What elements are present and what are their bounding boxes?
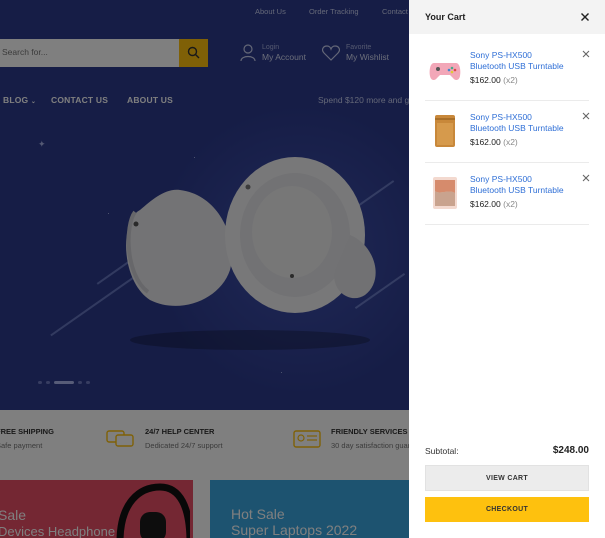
remove-item-icon[interactable]: [582, 174, 590, 182]
tablet-thumbnail-icon[interactable]: [428, 175, 462, 211]
cart-item-price: $162.00: [470, 137, 501, 147]
speaker-thumbnail-icon[interactable]: [428, 113, 462, 149]
close-icon[interactable]: [579, 11, 591, 23]
cart-item: Sony PS-HX500 Bluetooth USB Turntable $1…: [425, 163, 590, 225]
cart-item-name[interactable]: Sony PS-HX500 Bluetooth USB Turntable: [470, 112, 570, 133]
cart-item-price: $162.00: [470, 75, 501, 85]
cart-item-price: $162.00: [470, 199, 501, 209]
subtotal-value: $248.00: [552, 445, 589, 456]
cart-item-price-line: $162.00 (x2): [470, 75, 518, 85]
cart-item-name[interactable]: Sony PS-HX500 Bluetooth USB Turntable: [470, 50, 570, 71]
cart-item-price-line: $162.00 (x2): [470, 137, 518, 147]
view-cart-button[interactable]: VIEW CART: [425, 465, 589, 491]
cart-item-name[interactable]: Sony PS-HX500 Bluetooth USB Turntable: [470, 174, 570, 195]
cart-item: Sony PS-HX500 Bluetooth USB Turntable $1…: [425, 39, 590, 101]
cart-item-qty: (x2): [503, 199, 518, 209]
cart-drawer: Your Cart Sony PS-HX500 Bluetooth USB Tu…: [409, 0, 605, 538]
checkout-button[interactable]: CHECKOUT: [425, 497, 589, 522]
subtotal-label: Subtotal:: [425, 446, 459, 456]
gamepad-thumbnail-icon[interactable]: [428, 51, 462, 87]
remove-item-icon[interactable]: [582, 50, 590, 58]
cart-item-qty: (x2): [503, 137, 518, 147]
cart-item: Sony PS-HX500 Bluetooth USB Turntable $1…: [425, 101, 590, 163]
cart-item-qty: (x2): [503, 75, 518, 85]
cart-title: Your Cart: [425, 12, 466, 22]
cart-item-price-line: $162.00 (x2): [470, 199, 518, 209]
cart-header: Your Cart: [409, 0, 605, 34]
remove-item-icon[interactable]: [582, 112, 590, 120]
